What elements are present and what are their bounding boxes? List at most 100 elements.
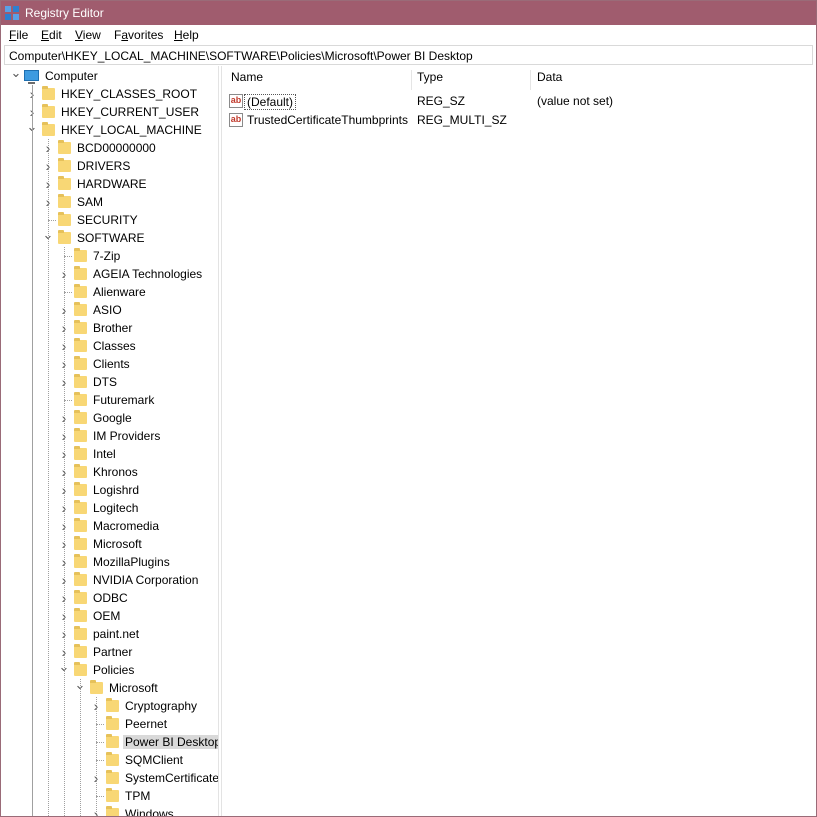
menu-favorites[interactable]: Favorites	[114, 28, 163, 42]
tree-node-dts[interactable]: › DTS	[2, 373, 218, 391]
tree-node-label: ODBC	[93, 591, 128, 605]
tree-node-asio[interactable]: › ASIO	[2, 301, 218, 319]
tree-node-google[interactable]: › Google	[2, 409, 218, 427]
tree-node-microsoft[interactable]: ⌄ Microsoft	[2, 678, 218, 697]
tree-node-mozillaplugins[interactable]: › MozillaPlugins	[2, 553, 218, 571]
tree-node-logitech[interactable]: › Logitech	[2, 499, 218, 517]
column-header-name[interactable]: Name	[231, 70, 263, 92]
tree-node-label: Computer	[45, 69, 98, 83]
tree-node-label: Classes	[93, 339, 136, 353]
tree-node-intel[interactable]: › Intel	[2, 445, 218, 463]
tree-node-label: Logishrd	[93, 483, 140, 497]
tree-node-clients[interactable]: › Clients	[2, 355, 218, 373]
tree-node-peernet[interactable]: Peernet	[2, 715, 218, 733]
tree-node-label: Partner	[93, 645, 133, 659]
folder-icon	[74, 266, 87, 280]
folder-icon	[74, 320, 87, 334]
column-separator[interactable]	[530, 70, 531, 90]
title-bar[interactable]: Registry Editor	[1, 1, 816, 25]
window-title: Registry Editor	[25, 6, 104, 20]
tree-node-systemcertificates[interactable]: › SystemCertificates	[2, 769, 218, 787]
tree-node-brother[interactable]: › Brother	[2, 319, 218, 337]
tree-node-label: Futuremark	[93, 393, 155, 407]
folder-icon	[74, 248, 87, 262]
tree-node-computer[interactable]: ⌄ Computer	[2, 66, 218, 85]
string-value-icon: ab	[229, 94, 243, 108]
tree-node-classes[interactable]: › Classes	[2, 337, 218, 355]
folder-icon	[74, 302, 87, 316]
tree-node-software[interactable]: ⌄ SOFTWARE	[2, 228, 218, 247]
column-separator[interactable]	[411, 70, 412, 90]
folder-icon	[74, 536, 87, 550]
tree-node-label: Peernet	[125, 717, 168, 731]
folder-icon	[74, 608, 87, 622]
tree-node-label: Intel	[93, 447, 116, 461]
folder-icon	[74, 428, 87, 442]
folder-icon	[106, 698, 119, 712]
registry-editor-window: Registry Editor File Edit View Favorites Hel…	[0, 0, 817, 817]
menu-help[interactable]: Help	[174, 28, 199, 42]
tree-node-drivers[interactable]: › DRIVERS	[2, 157, 218, 175]
tree-node-odbc[interactable]: › ODBC	[2, 589, 218, 607]
tree-node-label: SQMClient	[125, 753, 184, 767]
folder-icon	[74, 554, 87, 568]
tree-node-power-bi-desktop[interactable]: Power BI Desktop	[2, 733, 218, 751]
tree-node-ageia-technologies[interactable]: › AGEIA Technologies	[2, 265, 218, 283]
tree-node-hardware[interactable]: › HARDWARE	[2, 175, 218, 193]
pane-splitter[interactable]	[218, 66, 222, 816]
tree-node-oem[interactable]: › OEM	[2, 607, 218, 625]
tree-node-sqmclient[interactable]: SQMClient	[2, 751, 218, 769]
tree-node-macromedia[interactable]: › Macromedia	[2, 517, 218, 535]
value-type: REG_MULTI_SZ	[417, 113, 507, 127]
tree-node-tpm[interactable]: TPM	[2, 787, 218, 805]
tree-node-hkey-local-machine[interactable]: ⌄ HKEY_LOCAL_MACHINE	[2, 120, 218, 139]
folder-icon	[58, 176, 71, 190]
tree-node-windows[interactable]: › Windows	[2, 805, 218, 816]
tree-node-security[interactable]: SECURITY	[2, 211, 218, 229]
tree-node-sam[interactable]: › SAM	[2, 193, 218, 211]
menu-edit[interactable]: Edit	[41, 28, 62, 42]
tree-node-label: Alienware	[93, 285, 146, 299]
value-row[interactable]: ab TrustedCertificateThumbprints REG_MULTI…	[223, 111, 816, 129]
tree-node-alienware[interactable]: Alienware	[2, 283, 218, 301]
chevron-down-icon[interactable]: ⌄	[10, 66, 22, 82]
tree-node-bcd00000000[interactable]: › BCD00000000	[2, 139, 218, 157]
tree-node-label: paint.net	[93, 627, 140, 641]
tree-connector	[96, 796, 104, 797]
tree-node-hkey-classes-root[interactable]: › HKEY_CLASSES_ROOT	[2, 85, 218, 103]
folder-icon	[74, 464, 87, 478]
tree-node-paint-net[interactable]: › paint.net	[2, 625, 218, 643]
registry-tree[interactable]: ⌄ Computer › HKEY_CLASSES_ROOT › HKEY_CURRENT…	[2, 66, 218, 816]
values-list[interactable]: Name Type Data ab (Default) REG_SZ (value n…	[223, 66, 816, 816]
value-row[interactable]: ab (Default) REG_SZ (value not set)	[223, 92, 816, 110]
folder-icon	[74, 518, 87, 532]
folder-icon	[74, 590, 87, 604]
address-bar[interactable]: Computer\HKEY_LOCAL_MACHINE\SOFTWARE\Pol…	[4, 45, 813, 65]
tree-node-label: IM Providers	[93, 429, 161, 443]
value-type: REG_SZ	[417, 94, 466, 108]
folder-icon	[74, 644, 87, 658]
tree-node-microsoft[interactable]: › Microsoft	[2, 535, 218, 553]
tree-node-futuremark[interactable]: Futuremark	[2, 391, 218, 409]
tree-node-partner[interactable]: › Partner	[2, 643, 218, 661]
tree-connector	[96, 724, 104, 725]
tree-node-nvidia-corporation[interactable]: › NVIDIA Corporation	[2, 571, 218, 589]
folder-icon	[106, 806, 119, 816]
tree-node-label: OEM	[93, 609, 121, 623]
menu-view[interactable]: View	[75, 28, 101, 42]
column-header-data[interactable]: Data	[537, 70, 562, 92]
tree-node-im-providers[interactable]: › IM Providers	[2, 427, 218, 445]
menu-file[interactable]: File	[9, 28, 28, 42]
tree-node-cryptography[interactable]: › Cryptography	[2, 697, 218, 715]
folder-icon	[42, 122, 55, 136]
folder-icon	[74, 662, 87, 676]
address-path[interactable]: Computer\HKEY_LOCAL_MACHINE\SOFTWARE\Pol…	[9, 49, 473, 63]
tree-node-7-zip[interactable]: 7-Zip	[2, 247, 218, 265]
column-header-type[interactable]: Type	[417, 70, 443, 92]
string-value-icon: ab	[229, 113, 243, 127]
tree-node-label: TPM	[125, 789, 151, 803]
tree-node-label: DRIVERS	[77, 159, 131, 173]
tree-node-logishrd[interactable]: › Logishrd	[2, 481, 218, 499]
tree-node-policies[interactable]: ⌄ Policies	[2, 660, 218, 679]
tree-node-khronos[interactable]: › Khronos	[2, 463, 218, 481]
